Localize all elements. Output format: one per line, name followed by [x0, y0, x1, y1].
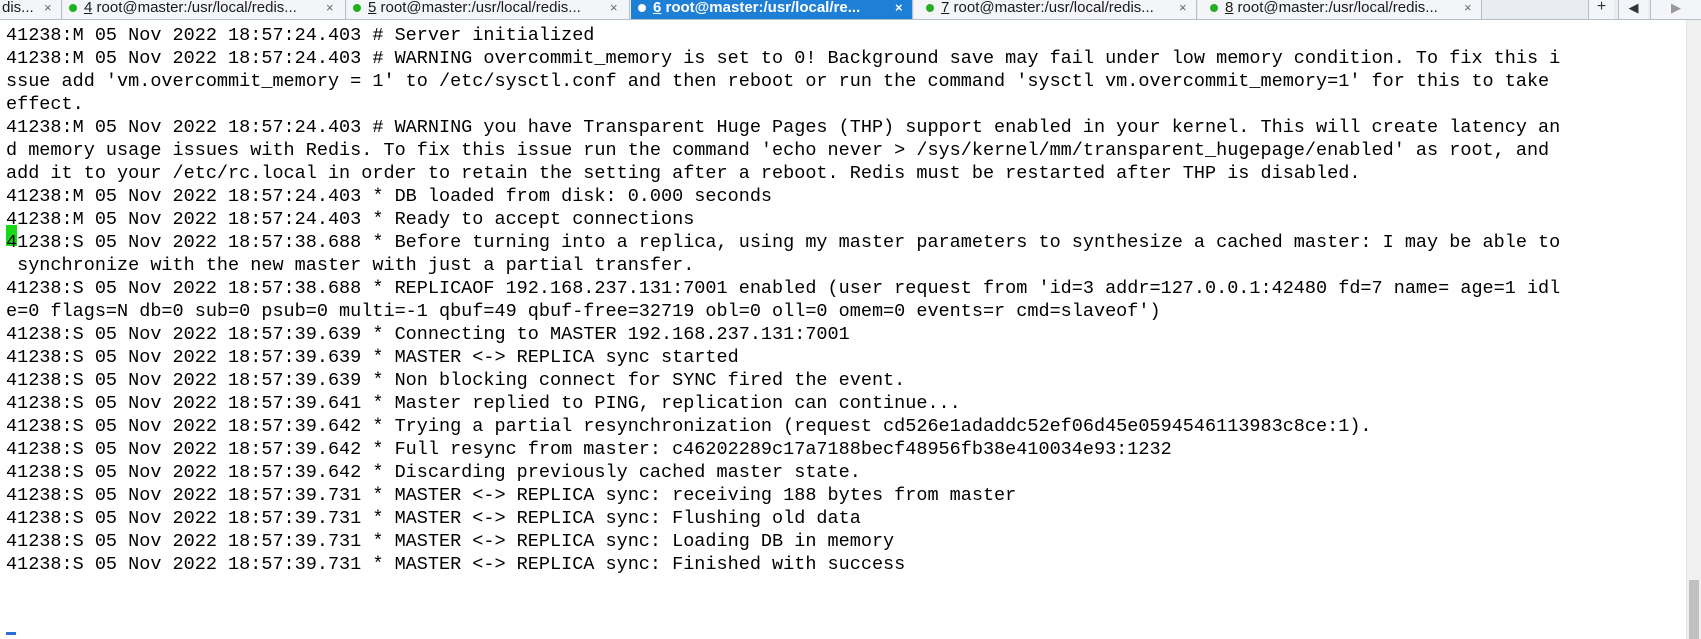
tab-4-active[interactable]: 6 root@master:/usr/local/re... × [631, 0, 913, 19]
scrollbar-thumb[interactable] [1689, 580, 1699, 639]
tab-5[interactable]: 7 root@master:/usr/local/redis... × [914, 0, 1197, 19]
scroll-tabs-right-icon[interactable]: ▶ [1650, 0, 1701, 19]
tab-label: root@master:/usr/local/redis... [949, 0, 1154, 16]
close-icon[interactable]: × [44, 0, 52, 16]
log-line: 41238:S 05 Nov 2022 18:57:39.731 * MASTE… [6, 554, 906, 575]
log-line: 41238:M 05 Nov 2022 18:57:24.403 # WARNI… [6, 117, 1561, 138]
log-line: 41238:S 05 Nov 2022 18:57:39.639 * MASTE… [6, 347, 739, 368]
tab-label: root@master:/usr/local/redis... [376, 0, 581, 16]
log-line: 41238:S 05 Nov 2022 18:57:38.688 * Befor… [6, 232, 1561, 253]
log-line: 41238:M 05 Nov 2022 18:57:24.403 # Serve… [6, 25, 595, 46]
log-line: add it to your /etc/rc.local in order to… [6, 163, 1361, 184]
log-line: 41238:S 05 Nov 2022 18:57:39.642 * Tryin… [6, 416, 1372, 437]
close-icon[interactable]: × [1179, 0, 1187, 16]
log-line: 41238:S 05 Nov 2022 18:57:39.642 * Disca… [6, 462, 861, 483]
session-status-icon [926, 4, 934, 12]
tab-2[interactable]: 4 root@master:/usr/local/redis... × [63, 0, 346, 19]
log-line: ssue add 'vm.overcommit_memory = 1' to /… [6, 71, 1550, 92]
log-line: 41238:S 05 Nov 2022 18:57:39.642 * Full … [6, 439, 1172, 460]
session-status-icon [353, 4, 361, 12]
session-status-icon [69, 4, 77, 12]
terminal-window: dis... × 4 root@master:/usr/local/redis.… [0, 0, 1701, 639]
tab-label: dis... [2, 0, 34, 16]
tab-label: root@master:/usr/local/redis... [1233, 0, 1438, 16]
session-status-icon [1210, 4, 1218, 12]
log-line: e=0 flags=N db=0 sub=0 psub=0 multi=-1 q… [6, 301, 1161, 322]
log-line: 41238:S 05 Nov 2022 18:57:39.731 * MASTE… [6, 531, 895, 552]
tab-label: root@master:/usr/local/redis... [92, 0, 297, 16]
log-line: 41238:S 05 Nov 2022 18:57:39.639 * Non b… [6, 370, 906, 391]
close-icon[interactable]: × [1464, 0, 1472, 16]
new-tab-button[interactable]: + [1588, 0, 1614, 19]
log-line: 41238:S 05 Nov 2022 18:57:39.639 * Conne… [6, 324, 850, 345]
log-line: 41238:M 05 Nov 2022 18:57:24.403 * DB lo… [6, 186, 773, 207]
close-icon[interactable]: × [895, 0, 903, 16]
close-icon[interactable]: × [326, 0, 334, 16]
log-line: effect. [6, 94, 84, 115]
close-icon[interactable]: × [610, 0, 618, 16]
log-line: d memory usage issues with Redis. To fix… [6, 140, 1550, 161]
tab-1[interactable]: dis... × [0, 0, 62, 19]
log-line: 41238:S 05 Nov 2022 18:57:39.731 * MASTE… [6, 508, 861, 529]
log-line: 41238:S 05 Nov 2022 18:57:39.641 * Maste… [6, 393, 961, 414]
tab-bar: dis... × 4 root@master:/usr/local/redis.… [0, 0, 1701, 20]
log-line: 41238:S 05 Nov 2022 18:57:38.688 * REPLI… [6, 278, 1561, 299]
vertical-scrollbar[interactable] [1686, 20, 1701, 639]
tab-label: root@master:/usr/local/re... [661, 0, 861, 16]
terminal-output[interactable]: 41238:M 05 Nov 2022 18:57:24.403 # Serve… [0, 20, 1686, 639]
tab-6[interactable]: 8 root@master:/usr/local/redis... × [1198, 0, 1482, 19]
log-line: 41238:M 05 Nov 2022 18:57:24.403 * Ready… [6, 209, 695, 230]
log-line: synchronize with the new master with jus… [6, 255, 695, 276]
prompt-marker [6, 632, 16, 635]
log-line: 41238:S 05 Nov 2022 18:57:39.731 * MASTE… [6, 485, 1017, 506]
tab-3[interactable]: 5 root@master:/usr/local/redis... × [347, 0, 630, 19]
session-status-icon [638, 4, 646, 12]
scroll-tabs-left-icon[interactable]: ◀ [1618, 0, 1648, 19]
log-line: 41238:M 05 Nov 2022 18:57:24.403 # WARNI… [6, 48, 1561, 69]
